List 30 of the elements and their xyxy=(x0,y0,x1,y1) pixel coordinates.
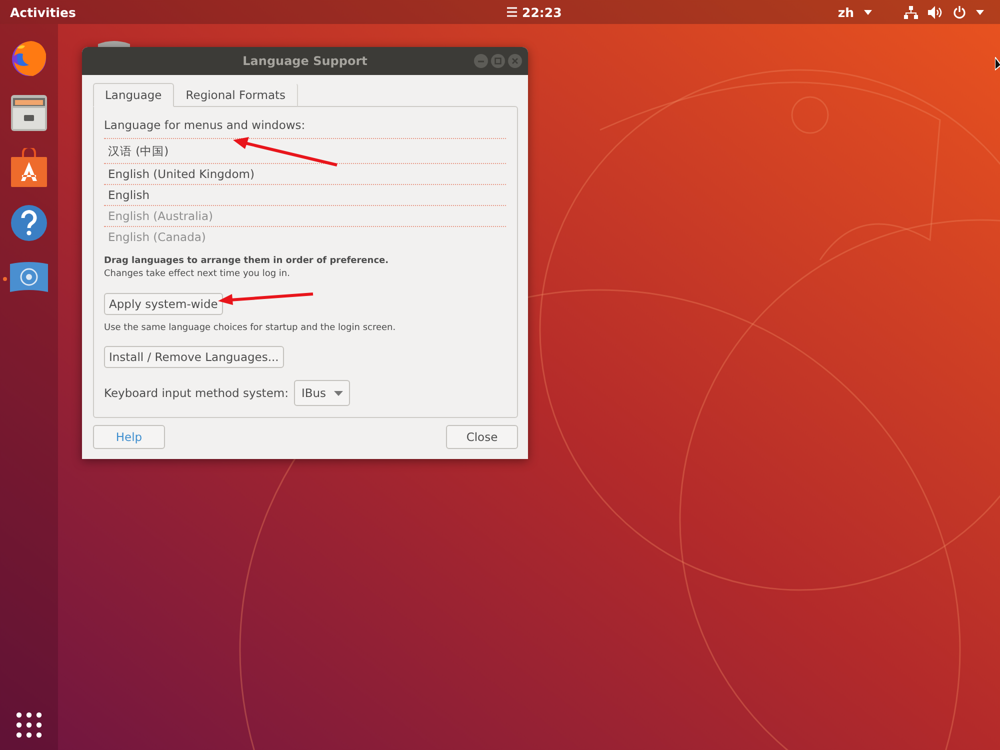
list-label: Language for menus and windows: xyxy=(104,118,306,132)
install-remove-button[interactable]: Install / Remove Languages... xyxy=(104,346,284,368)
caret-icon xyxy=(976,10,984,14)
mouse-pointer-icon xyxy=(995,57,1000,73)
activities-button[interactable]: Activities xyxy=(10,4,76,20)
caret-icon xyxy=(334,390,344,396)
input-source-menu[interactable]: zh xyxy=(838,4,854,20)
apply-note: Use the same language choices for startup and the login screen. xyxy=(104,322,396,334)
notification-list-icon xyxy=(507,7,517,17)
tab[interactable]: Regional Formats xyxy=(174,83,298,107)
close-dialog-button[interactable]: Close xyxy=(446,425,518,449)
volume-icon[interactable] xyxy=(928,6,943,18)
network-icon[interactable] xyxy=(904,6,918,18)
drag-note: Changes take effect next time you log in. xyxy=(104,268,290,280)
input-method-dropdown[interactable]: IBus xyxy=(294,380,350,406)
apply-system-wide-button[interactable]: Apply system-wide xyxy=(104,293,223,315)
input-method-label: Keyboard input method system: xyxy=(104,386,288,400)
app-grid-icon[interactable] xyxy=(16,712,42,738)
flag-icon[interactable] xyxy=(9,260,49,294)
clock[interactable]: 22:23 xyxy=(522,4,562,20)
language-item[interactable]: English (United Kingdom) xyxy=(104,164,506,185)
caret-icon xyxy=(864,10,872,14)
shopping-bag-icon[interactable] xyxy=(10,148,48,188)
file-cabinet-icon[interactable] xyxy=(10,94,48,132)
tab[interactable]: Language xyxy=(93,83,174,107)
drag-hint: Drag languages to arrange them in order of preference. xyxy=(104,255,389,267)
help-icon[interactable] xyxy=(10,204,48,242)
window-title: Language Support xyxy=(242,54,368,68)
language-item[interactable]: English xyxy=(104,185,506,206)
power-icon[interactable] xyxy=(953,6,966,18)
